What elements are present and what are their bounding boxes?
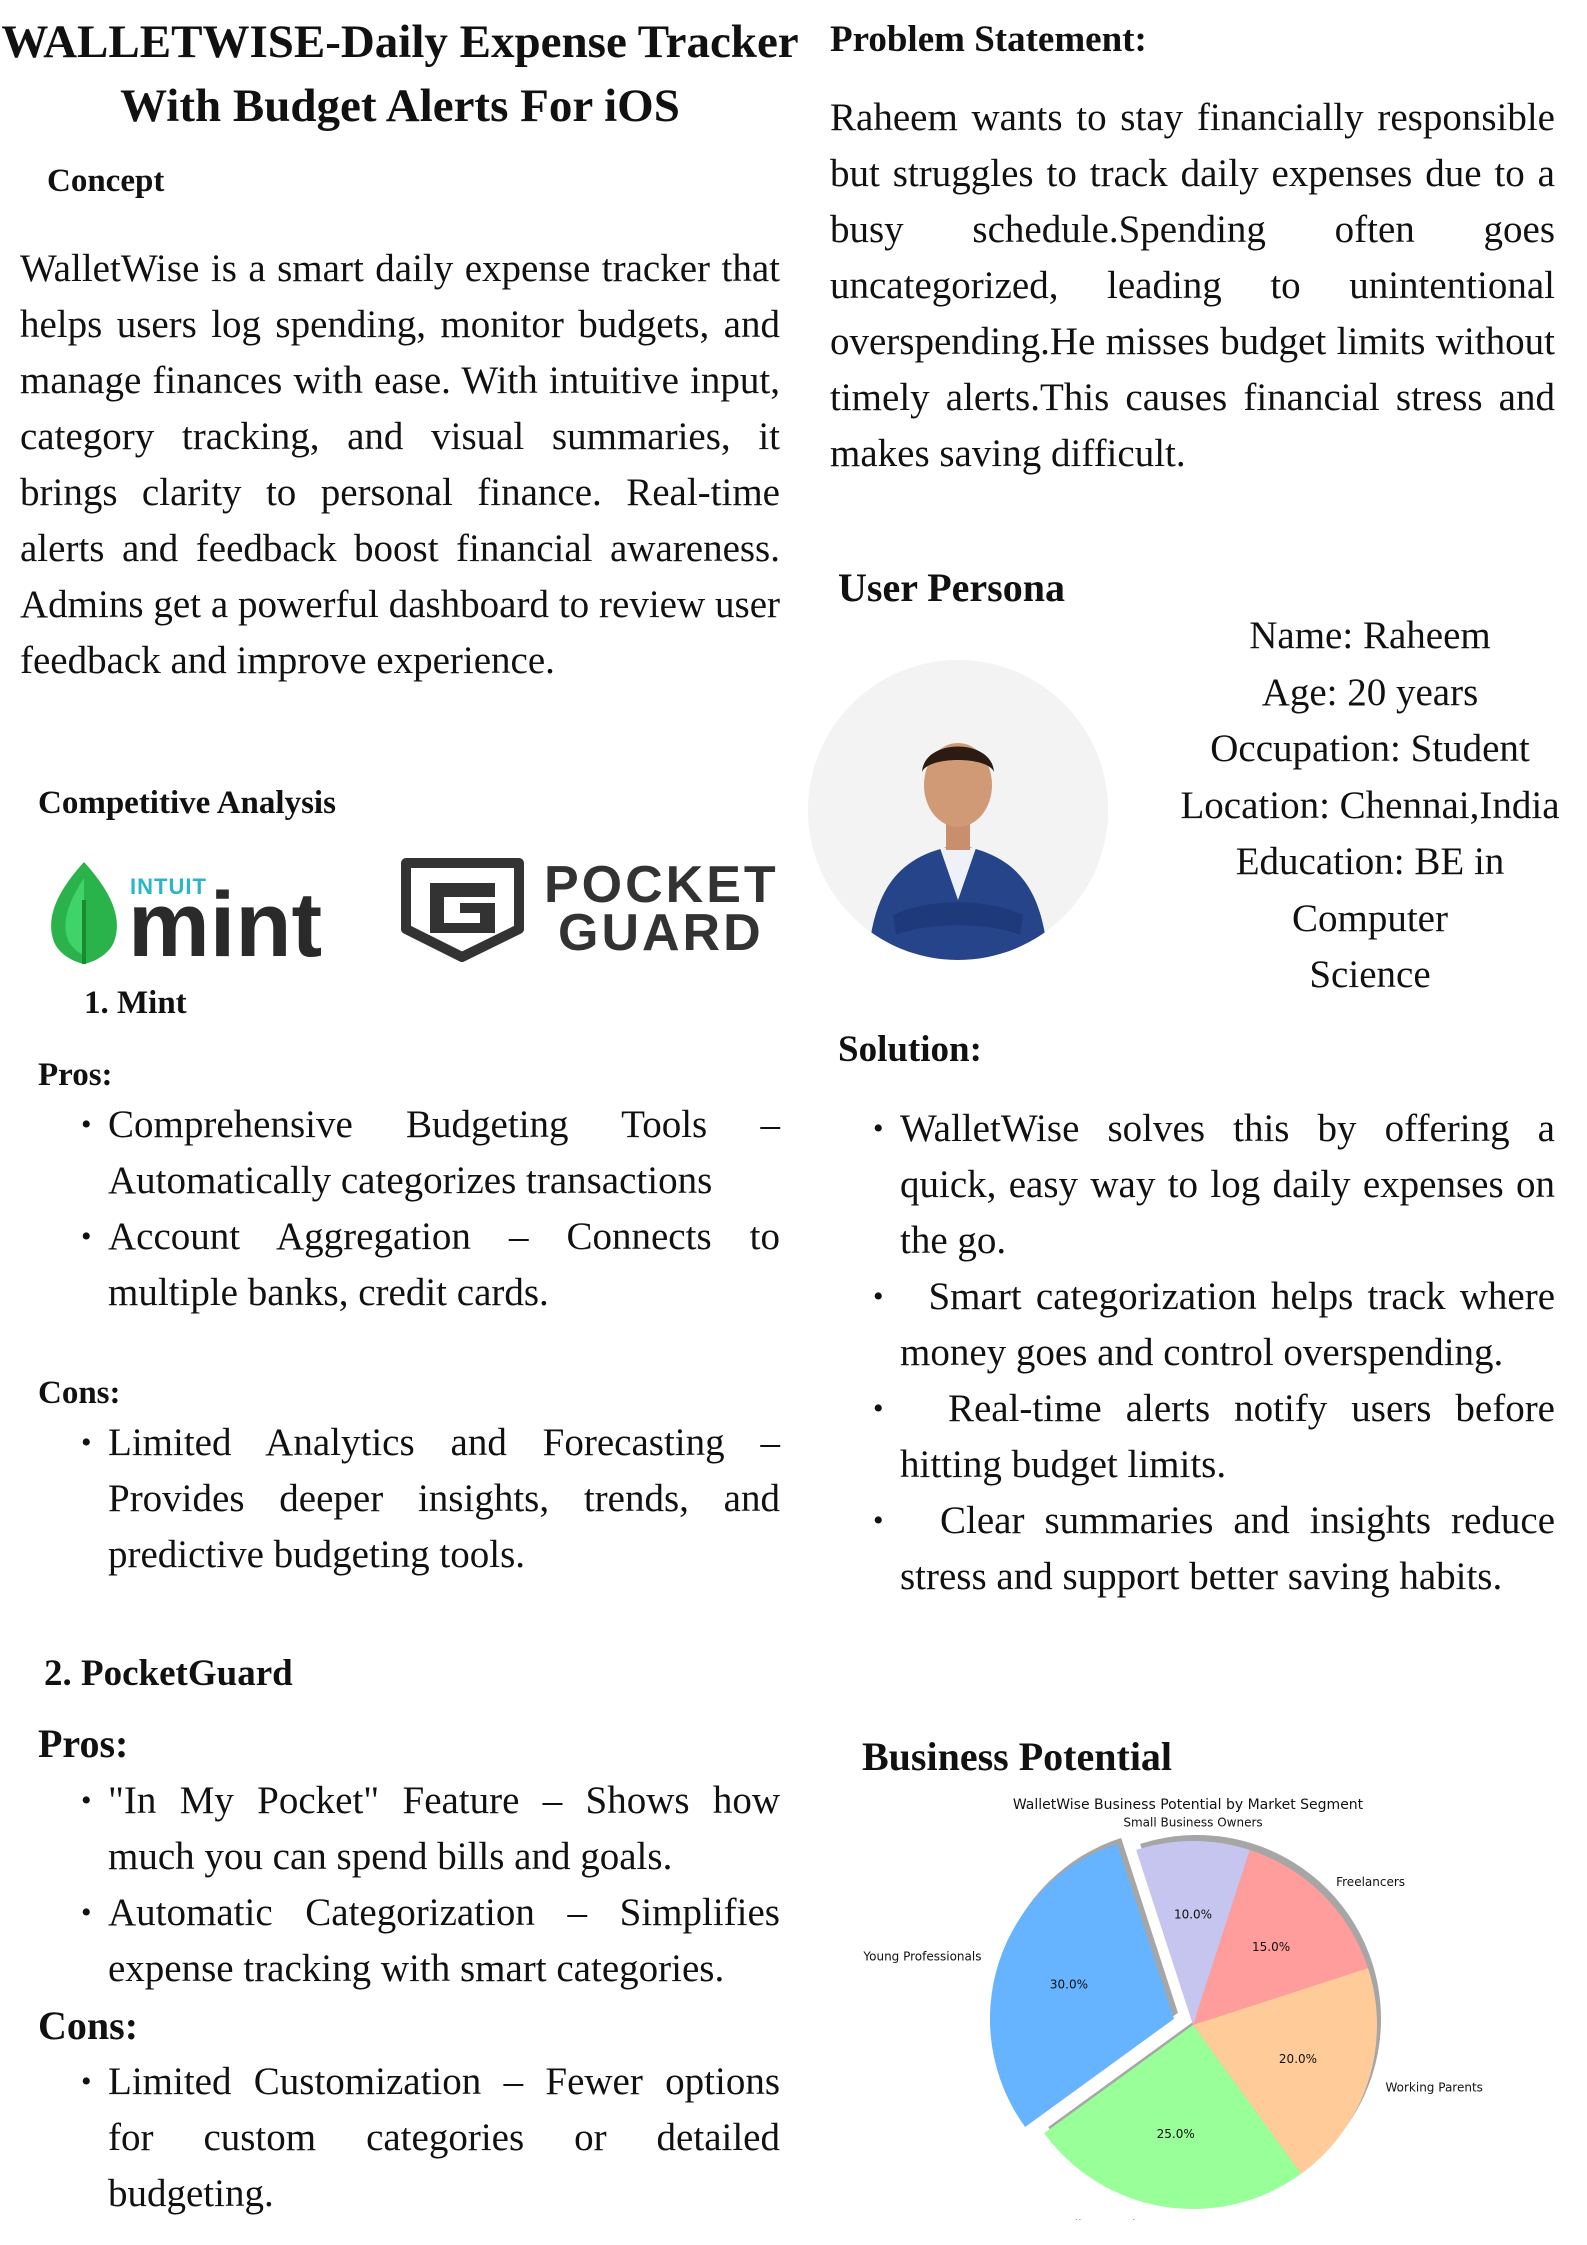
competitive-heading: Competitive Analysis	[38, 785, 336, 821]
list-item: • Limited Analytics and Forecasting – Pro…	[81, 1421, 780, 1576]
pocketguard-pros-label: Pros:	[38, 1721, 129, 1766]
problem-heading: Problem Statement:	[830, 19, 1147, 60]
concept-text: WalletWise is a smart daily expense trac…	[20, 247, 780, 682]
title-line-1: WALLETWISE-Daily Expense Tracker	[1, 16, 799, 68]
business-pie-chart: WalletWise Business Potential by Market …	[862, 1797, 1483, 2220]
mint-logo: INTUIT mint	[44, 860, 334, 976]
pocketguard-logo: POCKET GUARD	[400, 855, 780, 965]
persona-age: Age: 20 years	[1261, 670, 1479, 714]
persona-education: Education: BE in	[1235, 840, 1505, 883]
mint-pros-label: Pros:	[38, 1057, 113, 1093]
persona-name: Name: Raheem	[1249, 614, 1491, 657]
mint-logo-word: mint	[128, 874, 323, 976]
pie-slice-percent-label: 25.0%	[1157, 2127, 1195, 2141]
mint-leaf-icon	[51, 862, 117, 964]
chart-title: WalletWise Business Potential by Market …	[1013, 1797, 1364, 1813]
pie-slice-percent-label: 10.0%	[1174, 1908, 1212, 1922]
mint-cons-label: Cons:	[38, 1375, 121, 1411]
pie-slice-category-label: Freelancers	[1336, 1875, 1405, 1889]
persona-occupation: Occupation: Student	[1210, 727, 1530, 770]
persona-photo	[808, 660, 1108, 960]
list-item: • Real-time alerts notify users before h…	[873, 1387, 1555, 1486]
title-line-2: With Budget Alerts For iOS	[120, 80, 680, 132]
concept-heading: Concept	[47, 163, 165, 199]
persona-heading: User Persona	[838, 565, 1065, 610]
pie-slice-category-label: Working Parents	[1385, 2081, 1482, 2095]
persona-education-cont-1: Computer	[1292, 896, 1448, 940]
mint-pros-list: • Comprehensive Budgeting Tools – Automat…	[81, 1097, 780, 1321]
pie-slice-category-label: Small Business Owners	[1123, 1816, 1262, 1830]
list-item: • "In My Pocket" Feature – Shows how much…	[81, 1779, 780, 1878]
pie-slice-percent-label: 15.0%	[1252, 1940, 1290, 1954]
list-item: • WalletWise solves this by offering a qu…	[873, 1107, 1555, 1262]
mint-heading: 1. Mint	[84, 985, 187, 1021]
pocketguard-pros-list: • "In My Pocket" Feature – Shows how much…	[81, 1773, 780, 1997]
pocketguard-heading: 2. PocketGuard	[44, 1653, 293, 1694]
business-heading: Business Potential	[862, 1734, 1173, 1779]
persona-location: Location: Chennai,India	[1180, 783, 1560, 827]
persona-education-cont-2: Science	[1309, 953, 1431, 996]
pie-slice-percent-label: 20.0%	[1279, 2052, 1317, 2066]
pocketguard-cons-list: • Limited Customization – Fewer options f…	[81, 2054, 780, 2222]
pie-slice-percent-label: 30.0%	[1050, 1978, 1088, 1992]
pocketguard-shield-icon	[401, 858, 524, 962]
list-item: • Account Aggregation – Connects to multi…	[81, 1215, 780, 1314]
problem-text: Raheem wants to stay financially respons…	[830, 96, 1555, 475]
pie-slice-category-label: College Students	[1059, 2218, 1161, 2220]
list-item: • Comprehensive Budgeting Tools – Automat…	[81, 1103, 780, 1202]
pocketguard-logo-line2: GUARD	[558, 904, 764, 962]
list-item: • Clear summaries and insights reduce st…	[873, 1499, 1556, 1598]
pocketguard-cons-label: Cons:	[38, 2003, 139, 2048]
mint-cons-list: • Limited Analytics and Forecasting – Pro…	[81, 1415, 780, 1583]
person-photo-icon	[808, 660, 1108, 960]
list-item: • Smart categorization helps track where…	[873, 1275, 1556, 1374]
solution-heading: Solution:	[838, 1029, 982, 1070]
list-item: • Limited Customization – Fewer options f…	[81, 2060, 780, 2215]
persona-details: Name: Raheem Age: 20 years Occupation: S…	[1140, 608, 1587, 1004]
list-item: • Automatic Categorization – Simplifies e…	[81, 1891, 780, 1990]
page-title: WALLETWISE-Daily Expense Tracker With Bu…	[0, 10, 800, 138]
pie-slice-category-label: Young Professionals	[862, 1949, 981, 1963]
solution-list: • WalletWise solves this by offering a qu…	[873, 1101, 1556, 1605]
